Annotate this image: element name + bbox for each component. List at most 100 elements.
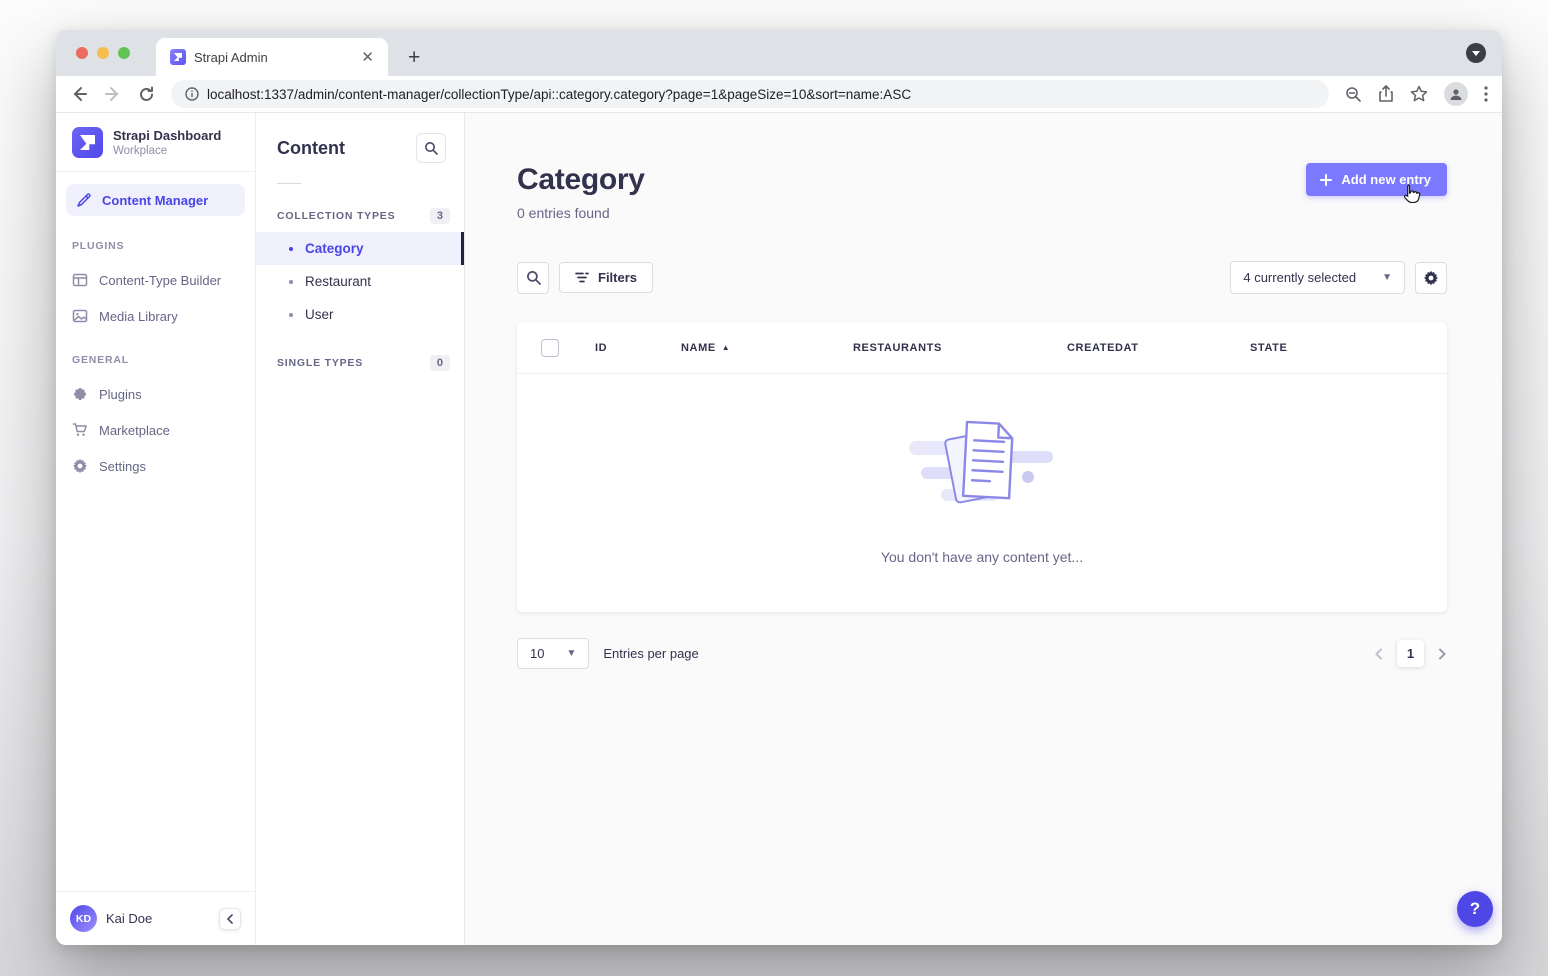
help-button[interactable]: ? (1457, 891, 1493, 927)
sidebar-item-label: Settings (99, 459, 146, 474)
sidebar-item-marketplace[interactable]: Marketplace (56, 412, 255, 448)
strapi-favicon (170, 49, 186, 65)
forward-icon[interactable] (104, 85, 122, 103)
sidebar-item-label: Content-Type Builder (99, 273, 221, 288)
browser-window: Strapi Admin ✕ + localhost:1337/admin/co… (56, 30, 1502, 945)
chevron-down-icon: ▼ (1382, 272, 1392, 283)
content-nav-title: Content (277, 138, 345, 159)
collection-type-restaurant[interactable]: Restaurant (256, 265, 464, 298)
pen-icon (76, 192, 92, 208)
collection-type-category[interactable]: Category (256, 232, 464, 265)
main-sidebar: Strapi Dashboard Workplace Content Manag… (56, 113, 256, 945)
chevron-left-icon (1374, 648, 1383, 660)
brand-title: Strapi Dashboard (113, 128, 221, 143)
column-header-id[interactable]: ID (595, 342, 681, 354)
gear-icon (1423, 270, 1439, 286)
brand-subtitle: Workplace (113, 145, 221, 157)
column-header-name[interactable]: NAME▲ (681, 342, 853, 354)
browser-menu-icon[interactable] (1484, 86, 1488, 102)
empty-documents-illustration (907, 411, 1057, 515)
back-icon[interactable] (70, 85, 88, 103)
column-header-state[interactable]: STATE (1250, 342, 1423, 354)
column-header-createdat[interactable]: CREATEDAT (1067, 342, 1250, 354)
sidebar-item-settings[interactable]: Settings (56, 448, 255, 484)
filter-icon (575, 272, 589, 283)
collection-type-label: User (305, 307, 334, 322)
sidebar-item-label: Content Manager (102, 193, 208, 208)
share-icon[interactable] (1378, 85, 1394, 103)
sort-asc-icon: ▲ (722, 343, 731, 352)
new-tab-button[interactable]: + (402, 46, 426, 76)
reload-icon[interactable] (138, 86, 155, 103)
sidebar-item-label: Media Library (99, 309, 178, 324)
main-panel: Category 0 entries found Add new entry (465, 113, 1502, 945)
content-sub-sidebar: Content COLLECTION TYPES 3 Category Rest… (256, 113, 465, 945)
single-types-label: SINGLE TYPES (277, 357, 363, 369)
columns-select[interactable]: 4 currently selected ▼ (1230, 261, 1405, 294)
layout-icon (72, 272, 88, 288)
chevron-down-icon: ▼ (566, 648, 576, 659)
user-name: Kai Doe (106, 911, 152, 926)
plus-icon (1320, 174, 1332, 186)
collapse-sidebar-button[interactable] (219, 908, 241, 930)
select-all-checkbox[interactable] (541, 339, 559, 357)
next-page-button[interactable] (1438, 648, 1447, 660)
content-search-button[interactable] (416, 133, 446, 163)
close-window-button[interactable] (76, 47, 88, 59)
table-header-row: ID NAME▲ RESTAURANTS CREATEDAT STATE (517, 322, 1447, 374)
table-search-button[interactable] (517, 262, 549, 294)
url-bar[interactable]: localhost:1337/admin/content-manager/col… (171, 80, 1329, 108)
record-indicator-icon[interactable] (1466, 43, 1486, 63)
user-footer[interactable]: KD Kai Doe (56, 891, 255, 945)
tab-title: Strapi Admin (194, 50, 349, 65)
chevron-left-icon (226, 914, 234, 924)
add-new-entry-button[interactable]: Add new entry (1306, 163, 1447, 196)
filters-button[interactable]: Filters (559, 262, 653, 293)
entries-count: 0 entries found (517, 205, 645, 221)
collection-type-user[interactable]: User (256, 298, 464, 331)
browser-toolbar: localhost:1337/admin/content-manager/col… (56, 76, 1502, 113)
avatar: KD (70, 905, 97, 932)
window-controls (76, 47, 130, 59)
chevron-right-icon (1438, 648, 1447, 660)
cart-icon (72, 422, 88, 438)
puzzle-icon (72, 386, 88, 402)
divider (56, 171, 255, 172)
zoom-out-icon[interactable] (1345, 86, 1362, 103)
bookmark-star-icon[interactable] (1410, 85, 1428, 103)
site-info-icon[interactable] (185, 87, 199, 101)
columns-select-value: 4 currently selected (1243, 270, 1356, 285)
app-root: Strapi Dashboard Workplace Content Manag… (56, 113, 1502, 945)
url-text[interactable]: localhost:1337/admin/content-manager/col… (207, 87, 911, 102)
search-icon (424, 141, 438, 155)
page-number-button[interactable]: 1 (1397, 640, 1424, 667)
pagination-bar: 10 ▼ Entries per page 1 (517, 638, 1447, 669)
strapi-logo-icon (72, 127, 103, 158)
table-settings-button[interactable] (1415, 262, 1447, 294)
collection-types-label: COLLECTION TYPES (277, 210, 395, 222)
previous-page-button[interactable] (1374, 648, 1383, 660)
browser-profile-icon[interactable] (1444, 82, 1468, 106)
sidebar-item-content-manager[interactable]: Content Manager (66, 184, 245, 216)
collection-types-count-badge: 3 (430, 208, 450, 224)
sidebar-section-general: GENERAL (56, 334, 255, 376)
entries-per-page-label: Entries per page (603, 646, 698, 661)
collection-type-label: Restaurant (305, 274, 371, 289)
maximize-window-button[interactable] (118, 47, 130, 59)
gear-icon (72, 458, 88, 474)
column-header-restaurants[interactable]: RESTAURANTS (853, 342, 1067, 354)
search-icon (526, 270, 541, 285)
page-size-select[interactable]: 10 ▼ (517, 638, 589, 669)
empty-state-text: You don't have any content yet... (881, 549, 1083, 565)
image-icon (72, 308, 88, 324)
bullet-icon (289, 247, 293, 251)
tab-strip: Strapi Admin ✕ + (56, 30, 1502, 76)
sidebar-item-plugins[interactable]: Plugins (56, 376, 255, 412)
sidebar-item-media-library[interactable]: Media Library (56, 298, 255, 334)
close-tab-icon[interactable]: ✕ (357, 48, 378, 67)
brand-header[interactable]: Strapi Dashboard Workplace (56, 113, 255, 171)
sidebar-item-label: Plugins (99, 387, 142, 402)
minimize-window-button[interactable] (97, 47, 109, 59)
browser-tab[interactable]: Strapi Admin ✕ (156, 38, 388, 76)
sidebar-item-content-type-builder[interactable]: Content-Type Builder (56, 262, 255, 298)
